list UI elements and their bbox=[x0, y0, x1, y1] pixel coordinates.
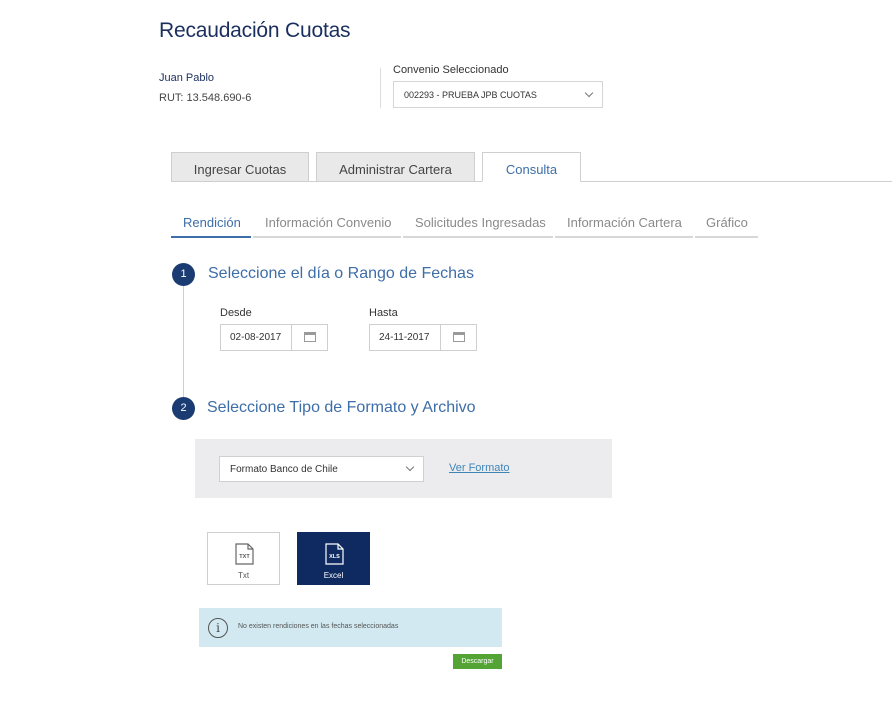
desde-label: Desde bbox=[220, 307, 252, 319]
subtab-solicitudes-ingresadas[interactable]: Solicitudes Ingresadas bbox=[415, 215, 546, 237]
tab-ingresar-cuotas[interactable]: Ingresar Cuotas bbox=[171, 152, 309, 182]
calendar-icon bbox=[304, 332, 316, 342]
txt-icon-text: TXT bbox=[239, 554, 250, 560]
step-1-title: Seleccione el día o Rango de Fechas bbox=[208, 265, 474, 282]
page-title: Recaudación Cuotas bbox=[159, 19, 351, 42]
convenio-select-value: 002293 - PRUEBA JPB CUOTAS bbox=[404, 90, 537, 100]
txt-file-icon: TXT bbox=[235, 543, 254, 565]
desde-date-field[interactable]: 02-08-2017 bbox=[220, 324, 328, 351]
txt-file-label: Txt bbox=[237, 571, 250, 580]
format-panel: Formato Banco de Chile Ver Formato bbox=[195, 439, 612, 498]
convenio-select[interactable]: 002293 - PRUEBA JPB CUOTAS bbox=[393, 81, 603, 108]
txt-file-button[interactable]: TXT Txt bbox=[207, 532, 280, 585]
subtab-underline bbox=[403, 236, 553, 238]
convenio-label: Convenio Seleccionado bbox=[393, 64, 509, 76]
subtab-grafico[interactable]: Gráfico bbox=[706, 215, 748, 237]
calendar-icon bbox=[453, 332, 465, 342]
info-message-box: i No existen rendiciones en las fechas s… bbox=[199, 608, 502, 647]
subtab-underline bbox=[253, 236, 401, 238]
format-select[interactable]: Formato Banco de Chile bbox=[219, 456, 424, 482]
excel-file-label: Excel bbox=[323, 571, 344, 580]
step-2-badge: 2 bbox=[172, 397, 195, 420]
subtab-underline bbox=[695, 236, 758, 238]
subtab-rendicion-underline bbox=[171, 236, 251, 238]
hasta-label: Hasta bbox=[369, 307, 398, 319]
desde-value: 02-08-2017 bbox=[230, 332, 282, 343]
tab-consulta[interactable]: Consulta bbox=[482, 152, 581, 182]
hasta-date-field[interactable]: 24-11-2017 bbox=[369, 324, 477, 351]
chevron-down-icon bbox=[584, 88, 594, 98]
user-rut: RUT: 13.548.690-6 bbox=[159, 92, 252, 104]
excel-file-button[interactable]: XLS Excel bbox=[297, 532, 370, 585]
subtab-rendicion[interactable]: Rendición bbox=[183, 215, 241, 237]
excel-file-icon: XLS bbox=[325, 543, 344, 565]
tab-administrar-cartera[interactable]: Administrar Cartera bbox=[316, 152, 475, 182]
hasta-calendar-button[interactable] bbox=[440, 325, 476, 350]
step-2-title: Seleccione Tipo de Formato y Archivo bbox=[207, 399, 476, 416]
step-connector bbox=[183, 285, 184, 397]
ver-formato-link[interactable]: Ver Formato bbox=[449, 462, 510, 474]
desde-calendar-button[interactable] bbox=[291, 325, 327, 350]
download-button[interactable]: Descargar bbox=[453, 654, 502, 669]
subtab-informacion-cartera[interactable]: Información Cartera bbox=[567, 215, 682, 237]
info-icon: i bbox=[208, 618, 228, 638]
user-name: Juan Pablo bbox=[159, 72, 215, 84]
chevron-down-icon bbox=[405, 462, 415, 472]
subtab-underline bbox=[555, 236, 693, 238]
xls-icon-text: XLS bbox=[329, 554, 340, 560]
hasta-value: 24-11-2017 bbox=[379, 332, 430, 343]
subtab-informacion-convenio[interactable]: Información Convenio bbox=[265, 215, 391, 237]
header-divider bbox=[380, 68, 381, 108]
step-1-badge: 1 bbox=[172, 263, 195, 286]
info-message-text: No existen rendiciones en las fechas sel… bbox=[238, 623, 399, 630]
format-select-value: Formato Banco de Chile bbox=[230, 464, 338, 475]
